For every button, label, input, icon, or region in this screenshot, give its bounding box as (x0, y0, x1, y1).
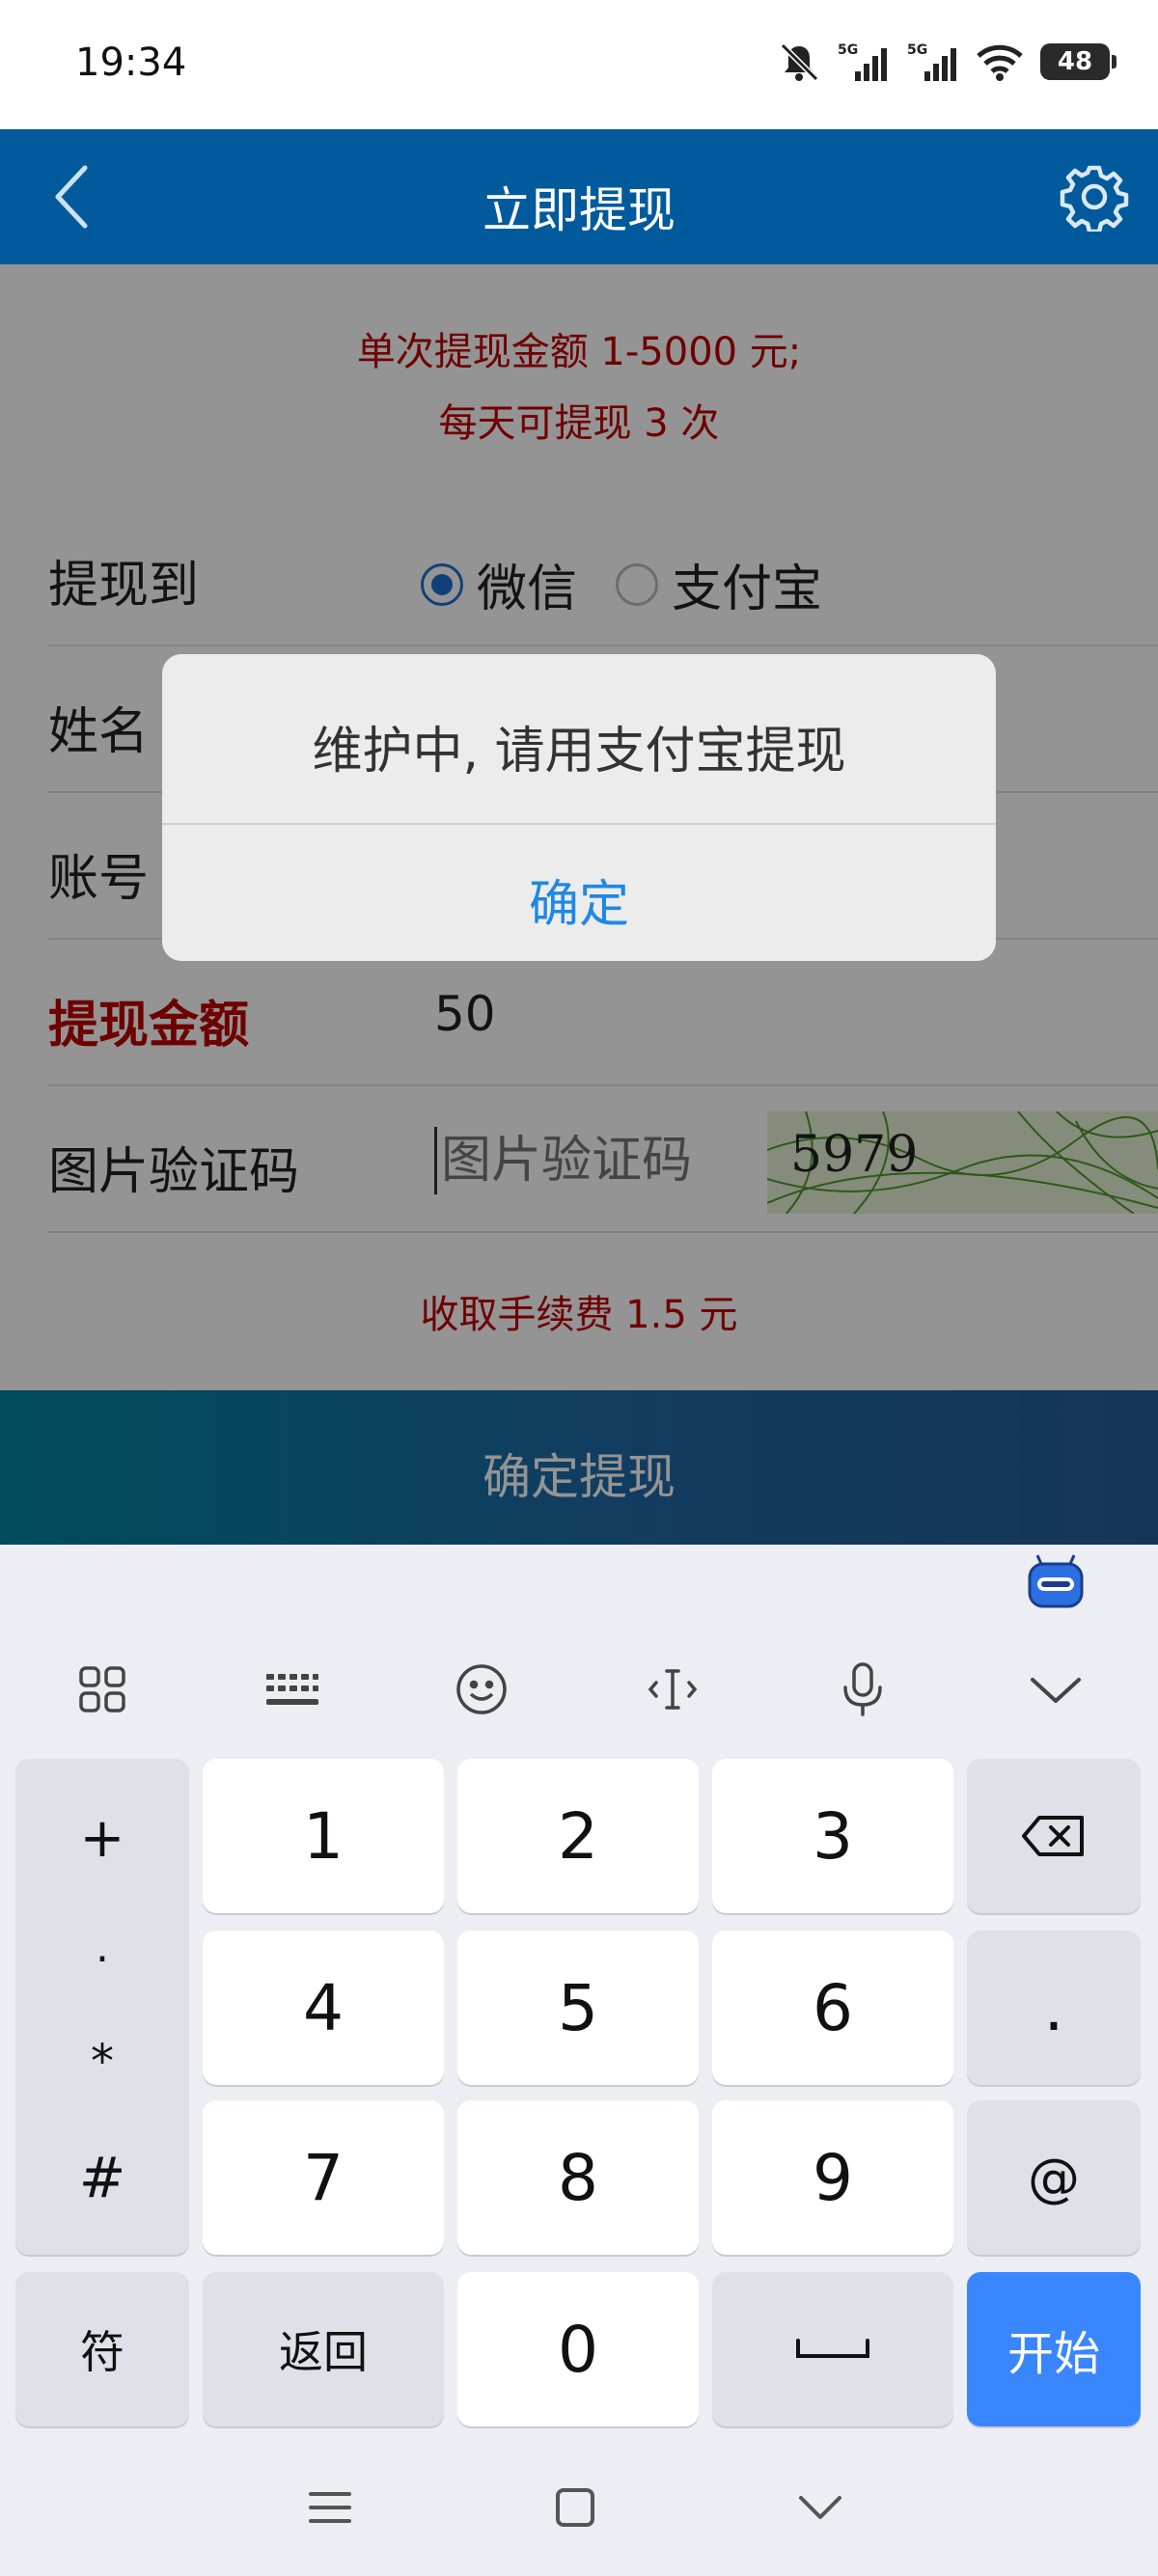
key-6[interactable]: 6 (712, 1931, 953, 2085)
mute-bell-icon (780, 42, 819, 82)
alert-dialog: 维护中, 请用支付宝提现 确定 (162, 654, 996, 961)
hide-keyboard-icon[interactable] (791, 2479, 849, 2536)
at-key[interactable]: @ (967, 2100, 1141, 2255)
battery-icon: 48 (1040, 43, 1117, 80)
key-0[interactable]: 0 (457, 2272, 699, 2426)
key-3[interactable]: 3 (712, 1759, 953, 1913)
emoji-icon[interactable] (445, 1653, 518, 1726)
svg-text:5G: 5G (907, 42, 927, 58)
collapse-chevron-icon[interactable] (1019, 1653, 1092, 1726)
status-time: 19:34 (75, 41, 187, 85)
signal-5g-icon: 5G (838, 42, 887, 81)
app-header: 立即提现 (0, 129, 1158, 264)
numeric-keyboard: + . * # 1 2 3 4 5 6 . 7 8 9 @ 符 返回 0 开始 (0, 1545, 1158, 2576)
hash-key-label: # (78, 2145, 126, 2210)
back-key[interactable]: 返回 (203, 2272, 444, 2426)
robot-mascot-icon[interactable] (1026, 1552, 1086, 1612)
dot-key[interactable]: . (967, 1931, 1141, 2085)
microphone-icon[interactable] (826, 1653, 899, 1726)
battery-level: 48 (1057, 47, 1093, 76)
plus-key-label: + (79, 1807, 125, 1870)
symbols-key[interactable]: 符 (15, 2272, 189, 2426)
symbol-column-key[interactable]: + . * # (15, 1759, 189, 2255)
status-icons: 5G 5G 48 (778, 39, 1117, 85)
star-key-label: * (91, 2035, 114, 2089)
gear-icon[interactable] (1060, 162, 1129, 232)
space-icon (796, 2339, 869, 2358)
cursor-icon[interactable] (636, 1653, 709, 1726)
space-key[interactable] (712, 2272, 953, 2426)
key-2[interactable]: 2 (457, 1759, 699, 1913)
dot-symbol-label: . (96, 1923, 109, 1972)
svg-text:5G: 5G (838, 42, 858, 58)
apps-grid-icon[interactable] (66, 1653, 139, 1726)
home-square-icon[interactable] (546, 2479, 604, 2536)
backspace-key[interactable] (967, 1759, 1141, 1913)
go-key[interactable]: 开始 (967, 2272, 1141, 2426)
dialog-ok-button[interactable]: 确定 (162, 825, 996, 961)
signal-5g-icon: 5G (907, 42, 956, 81)
key-5[interactable]: 5 (457, 1931, 699, 2085)
key-8[interactable]: 8 (457, 2100, 699, 2255)
status-bar: 19:34 5G 5G 48 (0, 0, 1158, 129)
key-4[interactable]: 4 (203, 1931, 444, 2085)
key-7[interactable]: 7 (203, 2100, 444, 2255)
keyboard-icon[interactable] (255, 1653, 328, 1726)
wifi-icon (977, 44, 1023, 81)
keyboard-toolbar (0, 1641, 1158, 1738)
backspace-icon (1022, 1816, 1084, 1856)
system-nav-bar (0, 2450, 1158, 2576)
page-title: 立即提现 (482, 182, 676, 238)
key-9[interactable]: 9 (712, 2100, 953, 2255)
dialog-message: 维护中, 请用支付宝提现 (312, 723, 846, 781)
menu-icon[interactable] (301, 2479, 359, 2536)
key-1[interactable]: 1 (203, 1759, 444, 1913)
